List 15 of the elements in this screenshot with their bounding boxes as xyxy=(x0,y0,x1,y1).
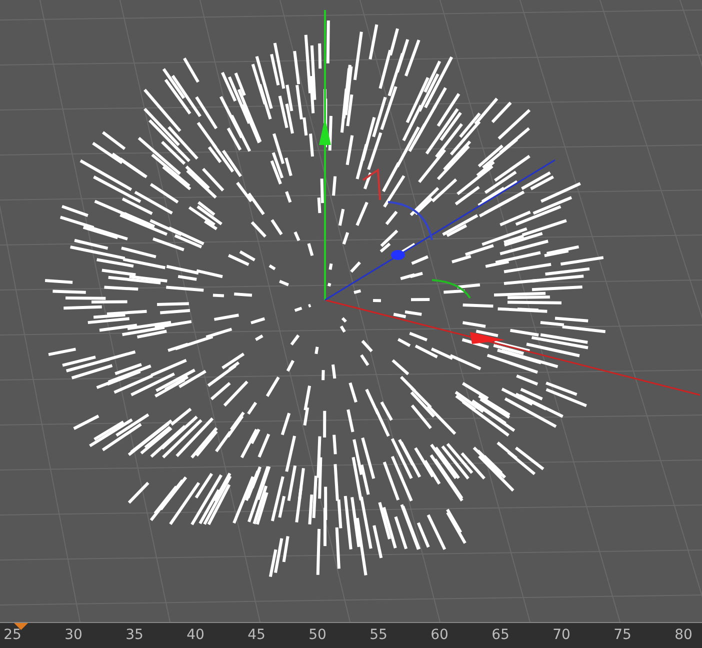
axis-gizmo-drawing[interactable] xyxy=(319,10,700,396)
frame-number: 65 xyxy=(490,627,510,643)
frame-number: 25 xyxy=(2,627,22,643)
frame-number: 75 xyxy=(612,627,632,643)
frame-number: 50 xyxy=(308,627,328,643)
3d-viewport[interactable] xyxy=(0,0,702,622)
frame-number: 60 xyxy=(430,627,450,643)
frame-number: 30 xyxy=(64,627,84,643)
frame-number: 45 xyxy=(246,627,266,643)
frame-number: 40 xyxy=(186,627,206,643)
frame-number: 35 xyxy=(124,627,144,643)
frame-number: 70 xyxy=(552,627,572,643)
timeline-ruler[interactable]: 25 30 35 40 45 50 55 60 65 70 75 80 xyxy=(0,622,702,648)
frame-number: 80 xyxy=(674,627,694,643)
frame-number: 55 xyxy=(368,627,388,643)
